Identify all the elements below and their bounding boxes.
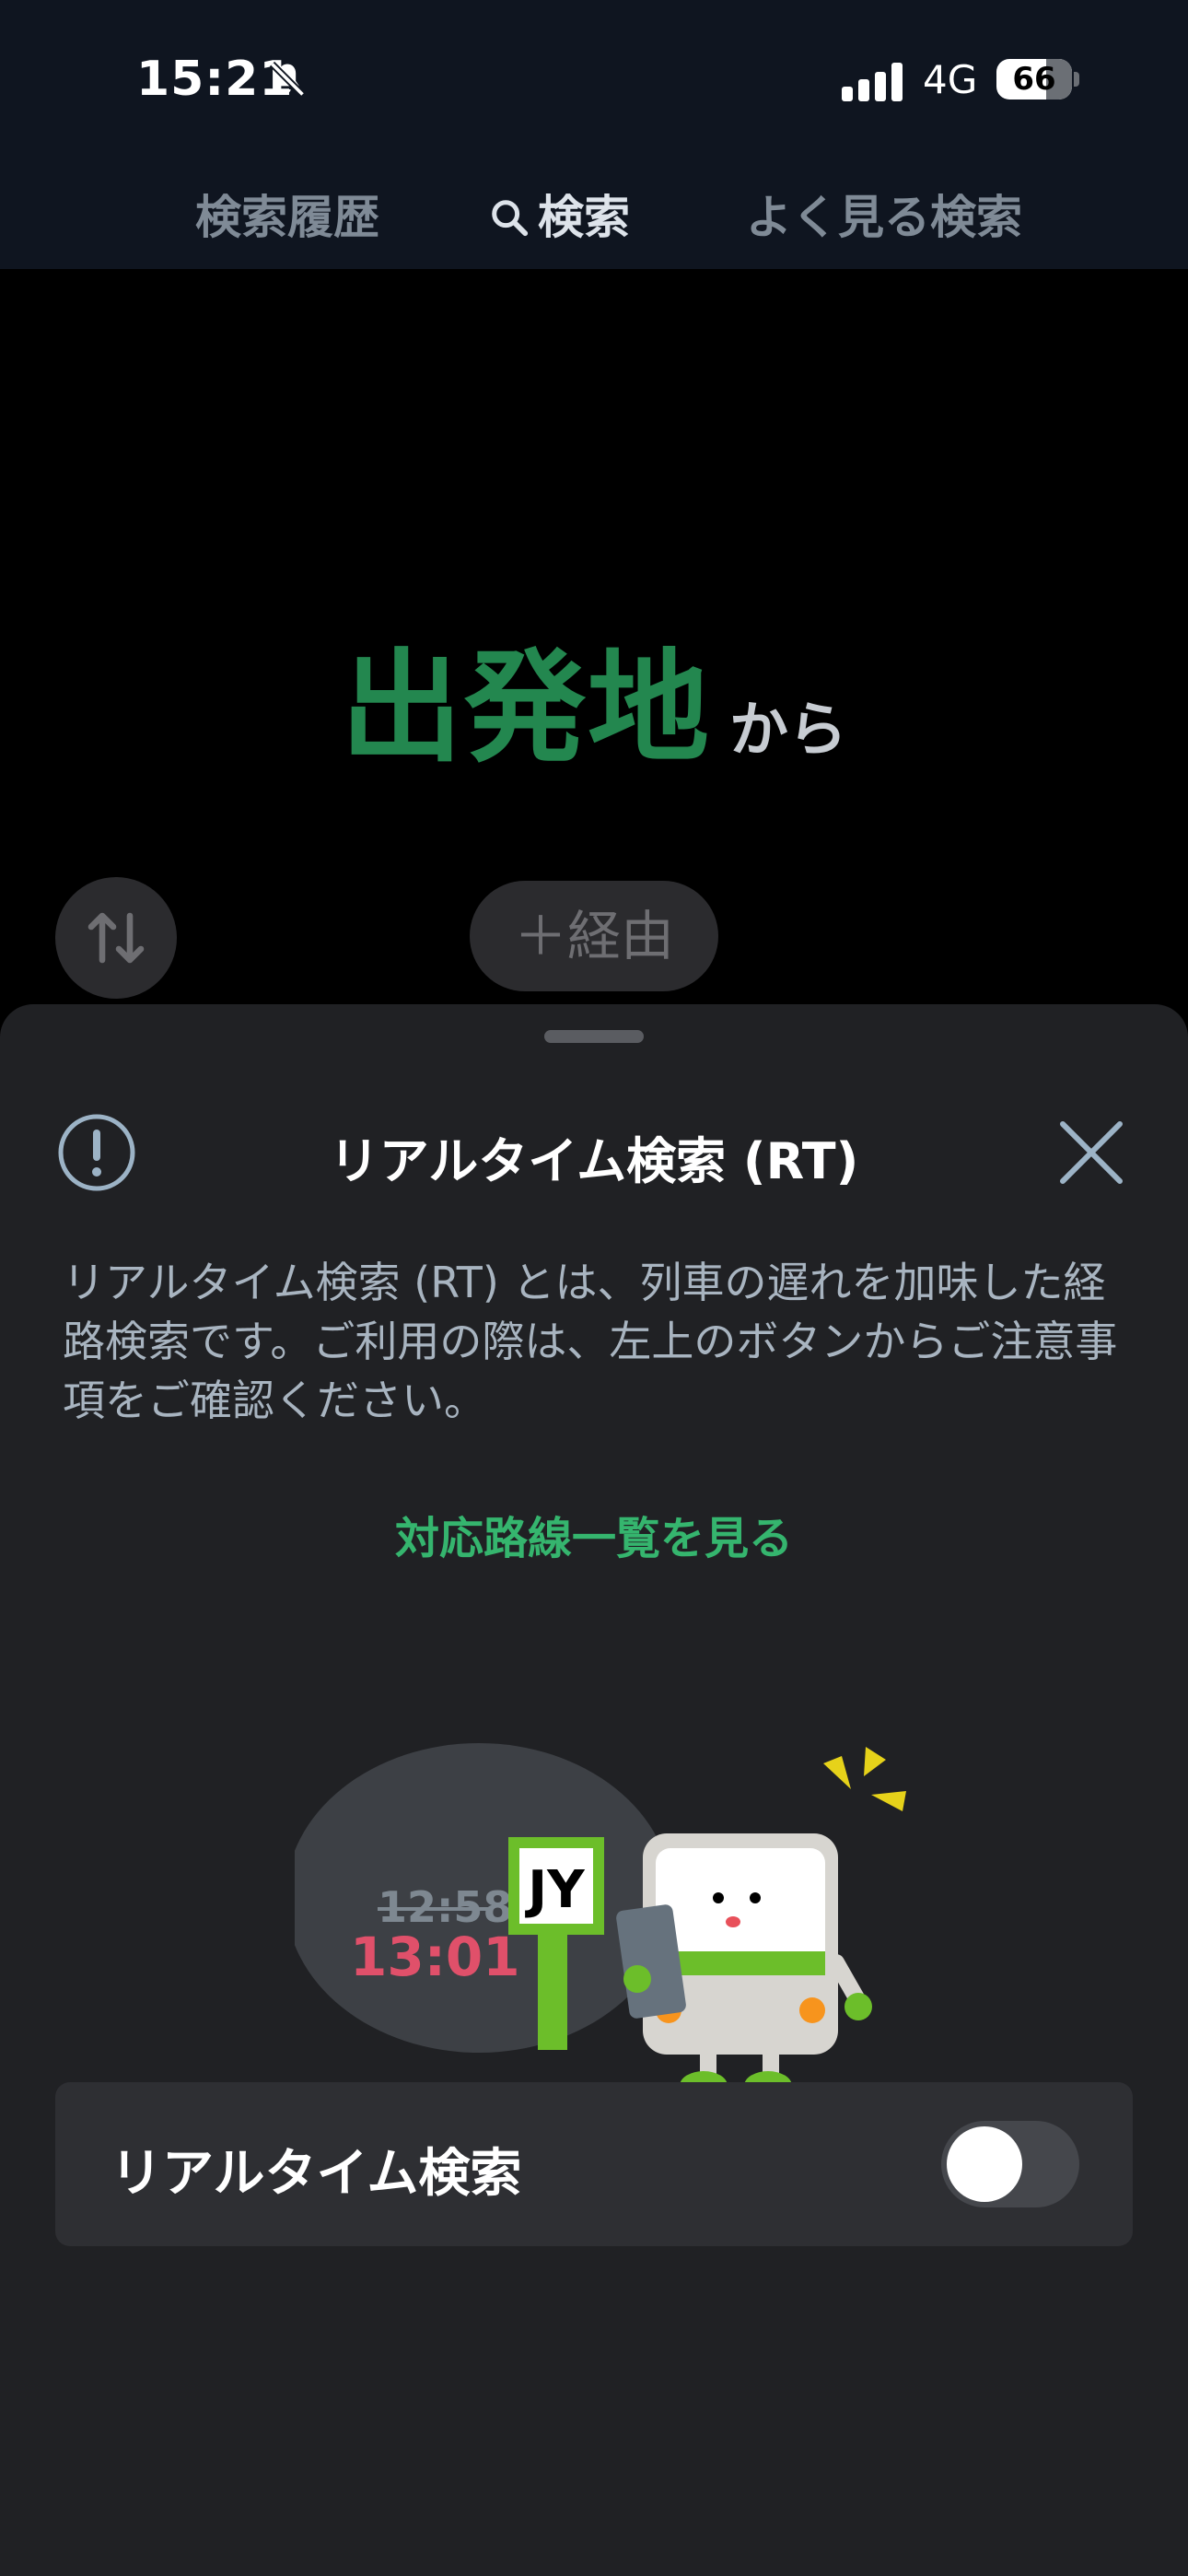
sheet-title: リアルタイム検索 (RT)	[329, 1132, 859, 1190]
add-via-button[interactable]: ＋経由	[470, 881, 718, 991]
tab-search-history[interactable]: 検索履歴	[195, 181, 379, 247]
sheet-description: リアルタイム検索 (RT) とは、列車の遅れを加味した経路検索です。ご利用の際は…	[63, 1258, 1118, 1425]
tab-search-label: 検索	[538, 191, 630, 244]
realtime-search-toggle-row[interactable]: リアルタイム検索	[55, 2082, 1133, 2246]
search-form: 出発地 から ＋経由	[0, 269, 1188, 1006]
realtime-illustration: 12:58 13:01 JY	[295, 1743, 906, 2101]
bell-muted-icon	[269, 61, 306, 98]
tab-search[interactable]: 検索	[488, 181, 630, 247]
line-code: JY	[524, 1860, 586, 1920]
origin-suffix: から	[729, 697, 847, 765]
swap-vertical-icon	[87, 912, 145, 964]
origin-label: 出発地	[341, 638, 711, 779]
route-list-link[interactable]: 対応路線一覧を見る	[0, 1502, 1188, 1566]
battery-percent: 66	[1012, 61, 1056, 98]
origin-field[interactable]: 出発地 から	[0, 610, 1188, 786]
toggle-knob	[947, 2126, 1022, 2202]
top-tabs: 検索履歴 検索 よく見る検索	[0, 147, 1188, 269]
swap-button[interactable]	[55, 877, 177, 999]
status-bar: 15:21 4G 66	[0, 0, 1188, 147]
realtime-search-toggle[interactable]	[941, 2121, 1079, 2207]
sheet-grabber[interactable]	[544, 1030, 644, 1043]
close-icon[interactable]	[1057, 1118, 1125, 1187]
new-time: 13:01	[350, 1926, 520, 1988]
signal-icon	[842, 63, 903, 101]
realtime-search-label: リアルタイム検索	[111, 2144, 522, 2204]
search-icon	[492, 200, 529, 237]
tab-frequent-search[interactable]: よく見る検索	[746, 181, 1022, 247]
battery-icon: 66	[996, 59, 1081, 100]
network-type: 4G	[923, 57, 978, 102]
realtime-search-sheet: リアルタイム検索 (RT) リアルタイム検索 (RT) とは、列車の遅れを加味し…	[0, 1004, 1188, 2576]
